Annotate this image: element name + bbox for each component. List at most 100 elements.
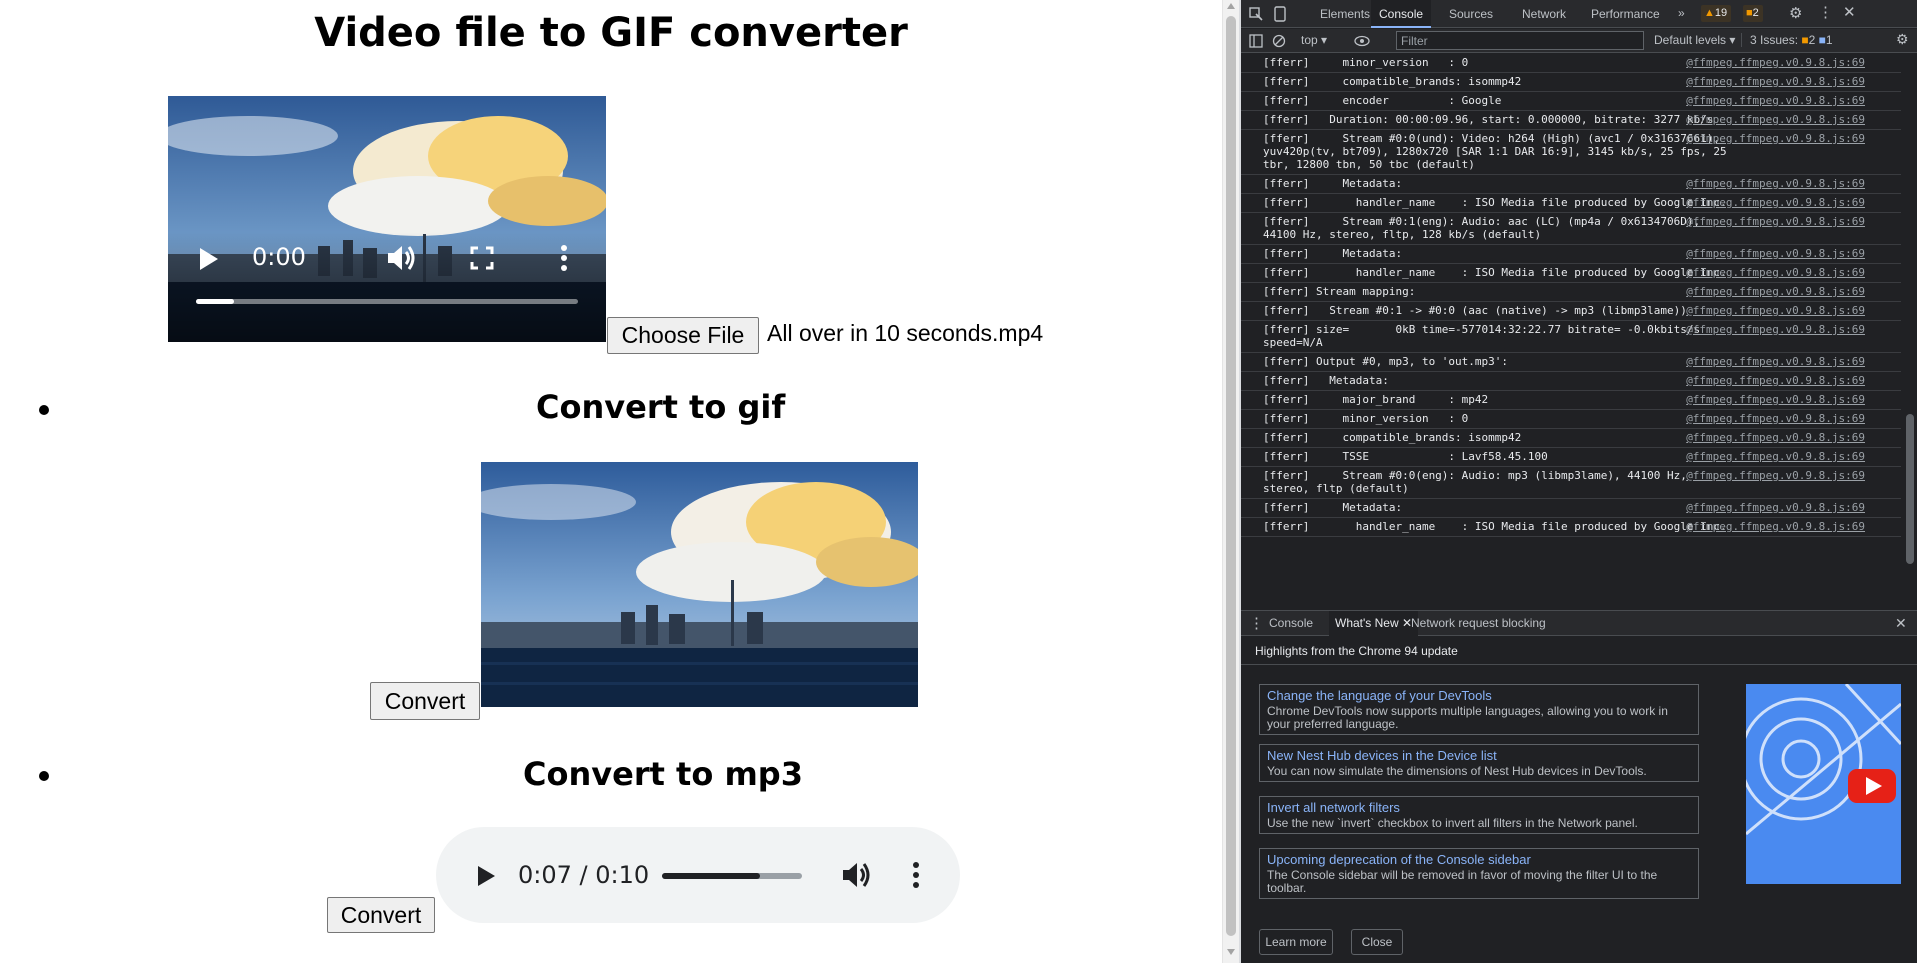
console-message: [fferr] major_brand : mp42 @ffmpeg.ffmpeg…	[1241, 391, 1901, 410]
scrollbar-thumb[interactable]	[1226, 16, 1236, 936]
console-settings-gear-icon[interactable]: ⚙	[1896, 31, 1909, 48]
warnings-badge[interactable]: ▲19	[1701, 5, 1732, 22]
source-link[interactable]: @ffmpeg.ffmpeg.v0.9.8.js:69	[1686, 520, 1865, 533]
console-message-text: [fferr] handler_name : ISO Media file pr…	[1263, 266, 1727, 279]
console-message-text: [fferr] compatible_brands: isommp42	[1263, 431, 1522, 444]
console-message-text: [fferr] Metadata:	[1263, 177, 1403, 190]
play-icon[interactable]	[198, 246, 220, 272]
card-title[interactable]: Invert all network filters	[1267, 800, 1691, 816]
drawer-tab-console[interactable]: Console	[1269, 611, 1313, 636]
drawer-tab-network-request-blocking[interactable]: Network request blocking	[1411, 611, 1546, 636]
card-title[interactable]: Upcoming deprecation of the Console side…	[1267, 852, 1691, 868]
page-title: Video file to GIF converter	[314, 10, 908, 56]
volume-icon[interactable]	[840, 859, 872, 891]
tab-elements[interactable]: Elements	[1320, 0, 1370, 28]
console-message: [fferr] size= 0kB time=-577014:32:22.77 …	[1241, 321, 1901, 353]
console-message-text: [fferr] Stream #0:0(und): Video: h264 (H…	[1263, 132, 1734, 171]
source-link[interactable]: @ffmpeg.ffmpeg.v0.9.8.js:69	[1686, 285, 1865, 298]
video-progress-bar[interactable]	[196, 299, 578, 304]
console-message-text: [fferr] Duration: 00:00:09.96, start: 0.…	[1263, 113, 1714, 126]
source-link[interactable]: @ffmpeg.ffmpeg.v0.9.8.js:69	[1686, 132, 1865, 145]
close-drawer-icon[interactable]: ✕	[1895, 611, 1907, 636]
log-levels-dropdown[interactable]: Default levels ▾	[1654, 33, 1735, 47]
whats-new-video-thumbnail[interactable]	[1746, 684, 1901, 884]
settings-gear-icon[interactable]: ⚙	[1789, 4, 1802, 22]
source-link[interactable]: @ffmpeg.ffmpeg.v0.9.8.js:69	[1686, 56, 1865, 69]
inspect-element-icon[interactable]	[1249, 7, 1263, 21]
source-link[interactable]: @ffmpeg.ffmpeg.v0.9.8.js:69	[1686, 266, 1865, 279]
divider	[1241, 664, 1917, 665]
convert-mp3-button[interactable]: Convert	[327, 897, 435, 933]
source-link[interactable]: @ffmpeg.ffmpeg.v0.9.8.js:69	[1686, 94, 1865, 107]
scroll-up-icon[interactable]	[1227, 3, 1235, 9]
eye-icon[interactable]	[1354, 35, 1370, 47]
source-link[interactable]: @ffmpeg.ffmpeg.v0.9.8.js:69	[1686, 215, 1865, 228]
source-link[interactable]: @ffmpeg.ffmpeg.v0.9.8.js:69	[1686, 469, 1865, 482]
sidebar-toggle-icon[interactable]	[1249, 34, 1263, 48]
close-devtools-icon[interactable]: ✕	[1843, 3, 1856, 21]
tab-network[interactable]: Network	[1522, 0, 1566, 28]
source-link[interactable]: @ffmpeg.ffmpeg.v0.9.8.js:69	[1686, 196, 1865, 209]
choose-file-button[interactable]: Choose File	[607, 317, 759, 354]
source-link[interactable]: @ffmpeg.ffmpeg.v0.9.8.js:69	[1686, 355, 1865, 368]
drawer-menu-icon[interactable]: ⋮	[1249, 611, 1264, 636]
issue-warning-icon: ■	[1801, 33, 1809, 47]
whats-new-card[interactable]: Upcoming deprecation of the Console side…	[1259, 848, 1699, 899]
web-page: Video file to GIF converter 0:00 Choose …	[0, 0, 1222, 963]
card-title[interactable]: Change the language of your DevTools	[1267, 688, 1691, 704]
gif-output-image	[481, 462, 918, 707]
volume-icon[interactable]	[384, 241, 418, 275]
close-button[interactable]: Close	[1351, 929, 1403, 955]
play-icon[interactable]	[476, 865, 496, 887]
source-link[interactable]: @ffmpeg.ffmpeg.v0.9.8.js:69	[1686, 393, 1865, 406]
more-options-icon[interactable]	[912, 862, 920, 888]
device-toolbar-icon[interactable]	[1273, 6, 1287, 22]
tab-sources[interactable]: Sources	[1449, 0, 1493, 28]
source-link[interactable]: @ffmpeg.ffmpeg.v0.9.8.js:69	[1686, 247, 1865, 260]
card-title[interactable]: New Nest Hub devices in the Device list	[1267, 748, 1691, 764]
issues-badge[interactable]: ■2	[1743, 5, 1763, 22]
more-options-icon[interactable]	[560, 244, 568, 272]
source-link[interactable]: @ffmpeg.ffmpeg.v0.9.8.js:69	[1686, 113, 1865, 126]
source-link[interactable]: @ffmpeg.ffmpeg.v0.9.8.js:69	[1686, 450, 1865, 463]
console-scrollbar[interactable]	[1902, 54, 1917, 610]
more-tabs-icon[interactable]: »	[1678, 6, 1685, 20]
source-link[interactable]: @ffmpeg.ffmpeg.v0.9.8.js:69	[1686, 412, 1865, 425]
scrollbar-thumb[interactable]	[1906, 414, 1914, 564]
console-message: [fferr] Stream #0:0(eng): Audio: mp3 (li…	[1241, 467, 1901, 499]
issues-counter[interactable]: 3 Issues: ■2 ■1	[1741, 33, 1833, 47]
video-player[interactable]: 0:00	[168, 96, 606, 342]
page-scrollbar[interactable]	[1222, 0, 1239, 963]
source-link[interactable]: @ffmpeg.ffmpeg.v0.9.8.js:69	[1686, 374, 1865, 387]
tab-console[interactable]: Console	[1371, 0, 1432, 28]
fullscreen-icon[interactable]	[470, 246, 494, 270]
whats-new-card[interactable]: New Nest Hub devices in the Device list …	[1259, 744, 1699, 782]
video-progress-fill	[196, 299, 235, 304]
whats-new-card[interactable]: Change the language of your DevTools Chr…	[1259, 684, 1699, 735]
source-link[interactable]: @ffmpeg.ffmpeg.v0.9.8.js:69	[1686, 304, 1865, 317]
whats-new-card[interactable]: Invert all network filters Use the new `…	[1259, 796, 1699, 834]
audio-time: 0:07 / 0:10	[518, 861, 650, 889]
source-link[interactable]: @ffmpeg.ffmpeg.v0.9.8.js:69	[1686, 323, 1865, 336]
tab-performance[interactable]: Performance	[1591, 0, 1660, 28]
list-bullet	[39, 405, 49, 415]
source-link[interactable]: @ffmpeg.ffmpeg.v0.9.8.js:69	[1686, 75, 1865, 88]
source-link[interactable]: @ffmpeg.ffmpeg.v0.9.8.js:69	[1686, 501, 1865, 514]
console-filter-input[interactable]: Filter	[1396, 31, 1644, 50]
audio-progress-bar[interactable]	[662, 873, 802, 879]
devtools-tab-bar: Elements Console Sources Network Perform…	[1241, 0, 1917, 28]
kebab-menu-icon[interactable]: ⋮	[1818, 3, 1833, 21]
card-description: The Console sidebar will be removed in f…	[1267, 868, 1658, 895]
context-selector[interactable]: top ▾	[1301, 33, 1327, 47]
convert-gif-button[interactable]: Convert	[370, 682, 480, 720]
source-link[interactable]: @ffmpeg.ffmpeg.v0.9.8.js:69	[1686, 177, 1865, 190]
learn-more-button[interactable]: Learn more	[1259, 929, 1333, 955]
console-message-text: [fferr] Output #0, mp3, to 'out.mp3':	[1263, 355, 1509, 368]
audio-player[interactable]: 0:07 / 0:10	[436, 827, 960, 923]
source-link[interactable]: @ffmpeg.ffmpeg.v0.9.8.js:69	[1686, 431, 1865, 444]
console-message-text: [fferr] major_brand : mp42	[1263, 393, 1489, 406]
clear-console-icon[interactable]	[1272, 34, 1286, 48]
scroll-down-icon[interactable]	[1227, 949, 1235, 955]
drawer-tab-whats-new[interactable]: What's New ✕	[1329, 611, 1419, 636]
console-toolbar: top ▾ Filter Default levels ▾ 3 Issues: …	[1241, 29, 1917, 53]
